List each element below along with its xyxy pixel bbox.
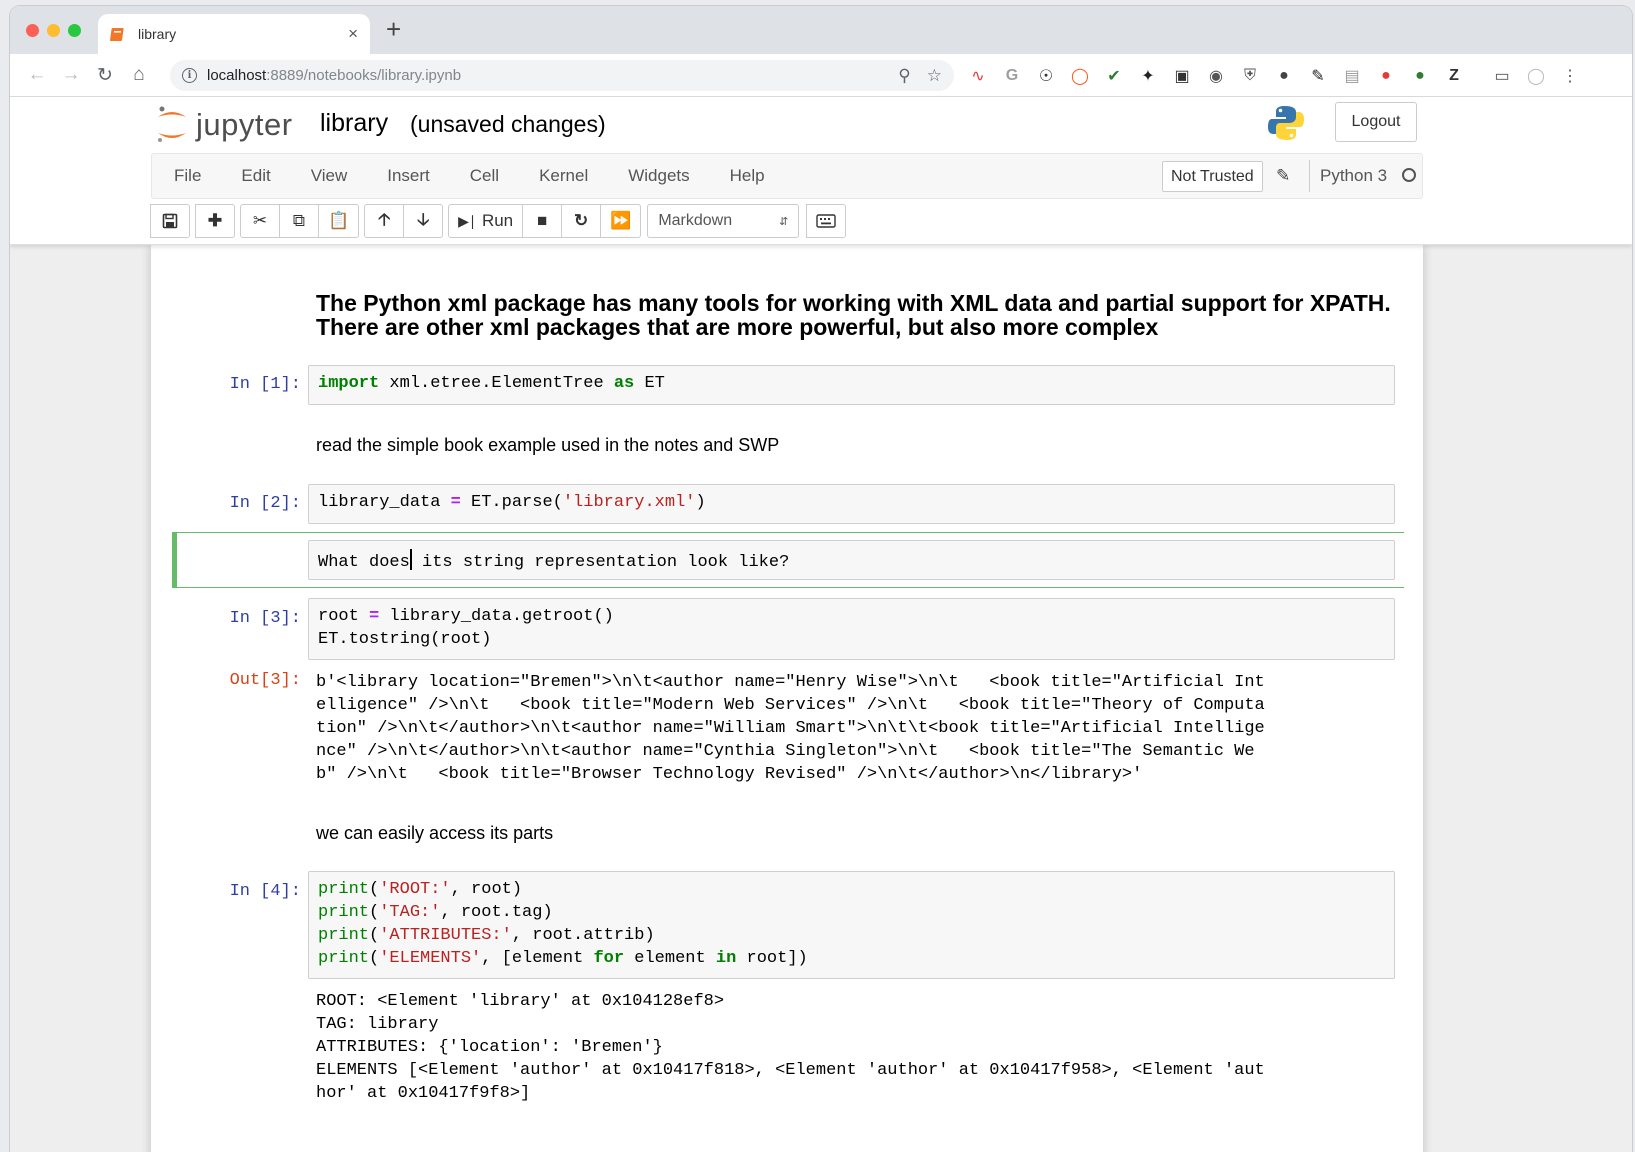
zoom-icon[interactable]: ⚲ — [898, 66, 910, 86]
command-palette-button[interactable] — [806, 204, 847, 238]
circle-icon[interactable]: ● — [1272, 64, 1296, 88]
onepassword-icon[interactable]: ☉ — [1034, 64, 1058, 88]
home-icon[interactable]: ⌂ — [122, 60, 156, 90]
markdown-text[interactable]: we can easily access its parts — [316, 823, 553, 844]
cell-output: ROOT: <Element 'library' at 0x104128ef8>… — [316, 992, 1265, 1103]
cell-output: b'<library location="Bremen">\n\t<author… — [316, 673, 1265, 784]
bookmark-star-icon[interactable]: ☆ — [927, 66, 942, 86]
notebook-toolbar: ✚ ✂ ⧉ 📋 🡡 🡣 ▶∣ Run ■ ↻ ⏩ Markdown ⇵ — [150, 203, 852, 239]
clipboard-icon[interactable]: ▤ — [1340, 64, 1364, 88]
code-cell-input[interactable]: root = library_data.getroot() ET.tostrin… — [308, 598, 1395, 660]
maximize-window-button[interactable] — [68, 24, 81, 37]
tab-strip: library × + — [10, 6, 1632, 54]
kernel-divider — [1309, 160, 1310, 192]
interrupt-button[interactable]: ■ — [522, 204, 563, 238]
menu-file[interactable]: File — [174, 166, 201, 186]
kernel-idle-indicator-icon — [1402, 168, 1416, 182]
tab-close-icon[interactable]: × — [348, 24, 358, 44]
code-cell-input[interactable]: library_data = ET.parse('library.xml') — [308, 484, 1395, 524]
floppy-icon — [162, 213, 178, 229]
zotero-icon[interactable]: Z — [1442, 64, 1466, 88]
browser-window: library × + ← → ↻ ⌂ i localhost:8889/not… — [10, 6, 1632, 1152]
save-button[interactable] — [150, 204, 190, 238]
pin-icon[interactable]: ✦ — [1136, 64, 1160, 88]
menu-edit[interactable]: Edit — [241, 166, 270, 186]
input-prompt: In [1]: — [229, 375, 301, 394]
select-arrows-icon: ⇵ — [779, 215, 789, 228]
shield-icon[interactable]: ⛨ — [1238, 64, 1262, 88]
check-icon[interactable]: ✔ — [1102, 64, 1126, 88]
code-cell-input[interactable]: import xml.etree.ElementTree as ET — [308, 365, 1395, 405]
cell-type-select[interactable]: Markdown ⇵ — [647, 204, 800, 238]
output-prompt: Out[3]: — [229, 671, 301, 690]
jupyter-logo[interactable]: jupyter — [156, 105, 293, 145]
compass-icon[interactable]: ◉ — [1204, 64, 1228, 88]
save-status: (unsaved changes) — [410, 111, 606, 137]
reload-icon[interactable]: ↻ — [88, 60, 122, 90]
menu-bar: File Edit View Insert Cell Kernel Widget… — [151, 153, 1423, 199]
cast-icon[interactable]: ▭ — [1490, 64, 1514, 88]
input-prompt: In [2]: — [229, 494, 301, 513]
pocket-icon[interactable]: ◯ — [1068, 64, 1092, 88]
menu-insert[interactable]: Insert — [387, 166, 430, 186]
python-logo-icon — [1268, 106, 1304, 140]
notebook-name[interactable]: library — [320, 109, 388, 138]
tab-title: library — [138, 26, 177, 42]
markdown-editor[interactable]: What does its string representation look… — [308, 540, 1395, 580]
restart-button[interactable]: ↻ — [561, 204, 602, 238]
paste-button[interactable]: 📋 — [318, 204, 360, 238]
notes-icon[interactable]: ✎ — [1306, 64, 1330, 88]
menu-icon[interactable]: ⋮ — [1558, 64, 1582, 88]
trust-indicator-button[interactable]: Not Trusted — [1162, 161, 1263, 192]
jupyter-header: jupyter library (unsaved changes) Logout… — [10, 97, 1632, 245]
crop-icon[interactable]: ▣ — [1170, 64, 1194, 88]
site-info-icon[interactable]: i — [182, 68, 197, 83]
code-cell-input[interactable]: print('ROOT:', root) print('TAG:', root.t… — [308, 871, 1395, 979]
profile-icon[interactable]: ◯ — [1524, 64, 1548, 88]
menu-view[interactable]: View — [311, 166, 348, 186]
run-button[interactable]: ▶∣ Run — [448, 204, 524, 238]
forward-icon[interactable]: → — [54, 60, 88, 90]
todoist-icon[interactable]: ● — [1374, 64, 1398, 88]
copy-button[interactable]: ⧉ — [279, 204, 319, 238]
notebook-area: The Python xml package has many tools fo… — [10, 245, 1632, 1152]
minimize-window-button[interactable] — [47, 24, 60, 37]
new-tab-button[interactable]: + — [386, 16, 401, 42]
extensions-bar: ∿ G ☉ ◯ ✔ ✦ ▣ ◉ ⛨ ● ✎ ▤ ● ● Z ▭ ◯ ⋮ — [966, 64, 1582, 88]
close-window-button[interactable] — [26, 24, 39, 37]
g-icon[interactable]: G — [1000, 64, 1024, 88]
address-bar[interactable]: i localhost:8889/notebooks/library.ipynb… — [170, 60, 954, 91]
kernel-name[interactable]: Python 3 — [1320, 166, 1387, 186]
edit-mode-pencil-icon: ✎ — [1276, 166, 1291, 185]
markdown-text[interactable]: read the simple book example used in the… — [316, 435, 779, 456]
notebook-container: The Python xml package has many tools fo… — [151, 245, 1423, 1152]
insert-cell-button[interactable]: ✚ — [195, 204, 235, 238]
menu-widgets[interactable]: Widgets — [628, 166, 689, 186]
markdown-heading[interactable]: The Python xml package has many tools fo… — [316, 291, 1396, 339]
logout-button[interactable]: Logout — [1335, 102, 1417, 142]
menu-kernel[interactable]: Kernel — [539, 166, 588, 186]
back-icon[interactable]: ← — [20, 60, 54, 90]
step-icon: ▶∣ — [458, 212, 476, 229]
url-text[interactable]: localhost:8889/notebooks/library.ipynb — [207, 67, 882, 84]
keyboard-icon — [816, 214, 837, 228]
input-prompt: In [4]: — [229, 882, 301, 901]
grammarly-icon[interactable]: ● — [1408, 64, 1432, 88]
menu-cell[interactable]: Cell — [470, 166, 499, 186]
input-prompt: In [3]: — [229, 609, 301, 628]
jupyter-wordmark: jupyter — [196, 107, 293, 142]
browser-toolbar: ← → ↻ ⌂ i localhost:8889/notebooks/libra… — [10, 54, 1632, 97]
notebook-favicon-icon — [110, 28, 124, 41]
cut-button[interactable]: ✂ — [240, 204, 280, 238]
menu-help[interactable]: Help — [730, 166, 765, 186]
browser-tab[interactable]: library × — [98, 14, 370, 54]
trend-icon[interactable]: ∿ — [966, 64, 990, 88]
restart-run-all-button[interactable]: ⏩ — [600, 204, 642, 238]
jupyter-logo-icon — [158, 106, 186, 142]
move-down-button[interactable]: 🡣 — [403, 204, 444, 238]
move-up-button[interactable]: 🡡 — [364, 204, 405, 238]
